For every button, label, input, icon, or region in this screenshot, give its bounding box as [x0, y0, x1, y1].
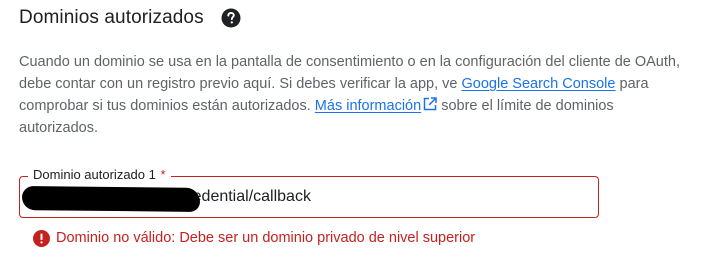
redaction-mark [21, 186, 201, 212]
section-header: Dominios autorizados [19, 6, 241, 30]
more-info-link-label: Más información [314, 98, 422, 114]
section-description: Cuando un dominio se usa en la pantalla … [19, 51, 689, 139]
more-info-link[interactable]: Más información [314, 97, 437, 114]
error-icon [33, 229, 50, 247]
open-in-new-icon [423, 97, 437, 111]
google-search-console-link[interactable]: Google Search Console [462, 76, 616, 92]
authorized-domain-label-text: Dominio autorizado 1 [33, 167, 156, 182]
validation-error: Dominio no válido: Debe ser un dominio p… [33, 228, 475, 248]
section-title: Dominios autorizados [19, 7, 204, 28]
help-circle-icon[interactable] [221, 8, 241, 28]
error-message: Dominio no válido: Debe ser un dominio p… [56, 230, 476, 246]
required-marker: * [160, 167, 166, 182]
authorized-domain-label: Dominio autorizado 1 * [28, 166, 171, 184]
authorized-domain-field: Dominio autorizado 1 * [19, 166, 599, 218]
